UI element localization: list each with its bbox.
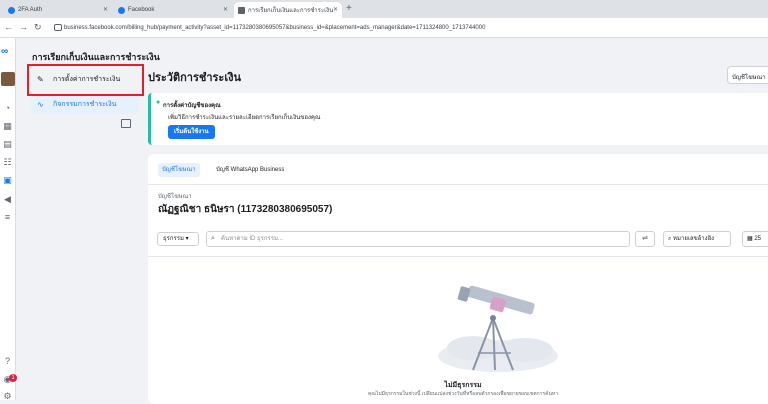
megaphone-icon[interactable]: ◀ <box>2 194 13 205</box>
search-placeholder: ค้นหาตาม ID ธุรกรรม... <box>221 236 283 242</box>
people-icon[interactable]: ☷ <box>2 157 13 168</box>
url-field[interactable]: business.facebook.com/billing_hub/paymen… <box>64 21 485 35</box>
account-label: บัญชีโฆษณา <box>158 194 192 200</box>
clock-icon[interactable]: ◔ <box>2 103 13 114</box>
tab-ad-account[interactable]: บัญชีโฆษณา <box>158 163 200 177</box>
dropdown-label: ธุรกรรม <box>163 236 184 242</box>
avatar[interactable] <box>1 72 15 86</box>
browser-tab-strip: 2FA Auth ✕ Facebook ✕ การเรียกเก็บเงินแล… <box>0 0 768 18</box>
close-icon[interactable]: ✕ <box>103 6 108 13</box>
page-title: การเรียกเก็บเงินและการชำระเงิน <box>32 52 160 62</box>
reload-icon[interactable]: ↻ <box>34 22 42 33</box>
close-icon[interactable]: ✕ <box>223 6 228 13</box>
empty-state-subtitle: คุณไม่มีธุรกรรมในช่วงนี้ เปลี่ยนแปลงช่วง… <box>367 391 559 397</box>
get-started-button[interactable]: เริ่มต้นใช้งาน <box>168 125 215 139</box>
address-bar: ← → ↻ business.facebook.com/billing_hub/… <box>0 18 768 38</box>
sliders-icon: ⇌ <box>642 235 648 242</box>
account-selector-button[interactable]: บัญชีโฆษณา <box>727 66 768 84</box>
page-favicon-icon <box>238 6 245 14</box>
transactions-card: บัญชีโฆษณา บัญชี WhatsApp Business บัญชี… <box>148 154 768 404</box>
search-icon: ⌕ <box>668 236 672 242</box>
settings-gear-icon[interactable]: ⚙ <box>2 391 13 402</box>
main-title: ประวัติการชำระเงิน <box>148 72 241 84</box>
new-tab-plus-icon[interactable]: + <box>346 3 352 14</box>
browser-tab-billing[interactable]: การเรียกเก็บเงินและการชำระเงิน ✕ <box>234 2 342 18</box>
menu-icon[interactable]: ≡ <box>2 212 13 223</box>
reference-number-label: หมายเลขอ้างอิง <box>673 236 715 242</box>
divider <box>148 256 768 257</box>
collapse-sidebar-icon[interactable] <box>121 119 131 128</box>
highlight-annotation <box>27 64 144 96</box>
activity-icon: ∿ <box>37 99 44 109</box>
site-info-icon[interactable] <box>54 24 62 31</box>
setup-title: การตั้งค่าบัญชีของคุณ <box>163 103 221 109</box>
account-setup-card: ● การตั้งค่าบัญชีของคุณ เพิ่มวิธีการชำระ… <box>148 93 768 145</box>
tab-label: การเรียกเก็บเงินและการชำระเงิน <box>248 8 334 14</box>
tab-whatsapp-business[interactable]: บัญชี WhatsApp Business <box>212 163 288 177</box>
browser-tab-2fa[interactable]: 2FA Auth ✕ <box>4 2 112 18</box>
date-label: 25 <box>754 236 762 242</box>
telescope-illustration-icon <box>438 285 558 372</box>
account-name: ณัฏฐณิชา ธนิษรา (1173280380695057) <box>158 204 333 215</box>
facebook-favicon-icon <box>8 6 15 14</box>
meta-logo-icon[interactable]: ∞ <box>1 46 8 57</box>
close-icon[interactable]: ✕ <box>333 6 338 13</box>
book-icon[interactable]: ▤ <box>2 139 13 150</box>
tab-label: 2FA Auth <box>18 7 43 13</box>
facebook-favicon-icon <box>118 6 125 14</box>
search-icon: ⌕ <box>211 235 215 242</box>
search-input[interactable]: ⌕ ค้นหาตาม ID ธุรกรรม... <box>206 231 630 247</box>
back-arrow-icon[interactable]: ← <box>4 22 13 32</box>
transaction-type-dropdown[interactable]: ธุรกรรม ▾ <box>157 232 199 246</box>
billing-icon[interactable]: ▣ <box>2 175 13 186</box>
forward-arrow-icon[interactable]: → <box>19 22 28 32</box>
table-icon[interactable]: ▦ <box>2 121 13 132</box>
setup-description: เพิ่มวิธีการชำระเงินและรายละเอียดการเรีย… <box>168 115 321 121</box>
sidebar-item-payment-activity[interactable]: ∿ กิจกรรมการชำระเงิน <box>31 94 139 114</box>
chevron-down-icon: ▾ <box>185 236 189 242</box>
calendar-icon: ▦ <box>747 236 753 242</box>
tab-label: Facebook <box>128 7 155 13</box>
sidebar-item-label: กิจกรรมการชำระเงิน <box>53 100 117 108</box>
notification-badge: 1 <box>9 374 17 382</box>
reference-number-button[interactable]: ⌕ หมายเลขอ้างอิง <box>663 231 731 247</box>
help-icon[interactable]: ? <box>2 356 13 367</box>
divider <box>148 184 768 185</box>
location-pin-icon: ● <box>156 99 161 106</box>
date-range-button[interactable]: ▦ 25 <box>742 231 768 247</box>
filter-settings-button[interactable]: ⇌ <box>635 231 655 247</box>
app-left-rail: ∞ ◔ ▦ ▤ ☷ ▣ ◀ ≡ ? ◉ 1 ⚙ <box>0 38 17 402</box>
browser-tab-facebook[interactable]: Facebook ✕ <box>114 2 232 18</box>
